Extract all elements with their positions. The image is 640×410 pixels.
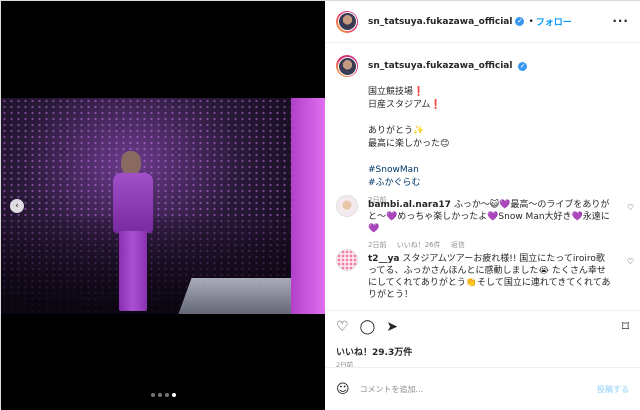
previous-button[interactable]: ‹ bbox=[10, 199, 24, 213]
bookmark-icon[interactable]: ⌑ bbox=[622, 319, 629, 335]
post-modal: ‹ sn_tatsuya.fukazawa_official ✓ • フォロー … bbox=[0, 0, 640, 410]
share-icon[interactable]: ➤ bbox=[386, 319, 398, 335]
media-pane: ‹ bbox=[1, 1, 325, 410]
caption-username[interactable]: sn_tatsuya.fukazawa_official bbox=[368, 61, 512, 71]
add-comment-bar: ☺ 投稿する bbox=[325, 367, 640, 410]
comment-input[interactable] bbox=[359, 384, 580, 394]
carousel-dot bbox=[165, 393, 169, 397]
caption-line: 日産スタジアム❗ bbox=[368, 100, 442, 110]
carousel-dot bbox=[158, 393, 162, 397]
hashtag-link[interactable]: #SnowMan bbox=[368, 164, 638, 177]
comment-username[interactable]: t2__ya bbox=[368, 254, 400, 264]
avatar[interactable] bbox=[336, 249, 358, 271]
caption-line: 国立競技場❗ bbox=[368, 87, 425, 97]
verified-badge-icon: ✓ bbox=[518, 62, 528, 71]
likes-count[interactable]: いいね！29.3万件 bbox=[336, 345, 412, 358]
post-button[interactable]: 投稿する bbox=[597, 384, 629, 395]
comment-icon[interactable]: ◯ bbox=[360, 319, 376, 335]
comment-likes[interactable]: いいね！26件 bbox=[397, 241, 441, 249]
verified-badge-icon: ✓ bbox=[515, 17, 525, 26]
carousel-dot bbox=[151, 393, 155, 397]
caption-line: ありがとう✨ bbox=[368, 126, 425, 136]
comment-text: スタジアムツアーお疲れ様!! 国立にたってiroiro歌ってる、ふっかさんほんと… bbox=[368, 254, 611, 300]
post-header: sn_tatsuya.fukazawa_official ✓ • フォロー ··… bbox=[325, 1, 640, 43]
separator: • bbox=[528, 16, 534, 27]
avatar[interactable] bbox=[336, 195, 358, 217]
performer-figure bbox=[109, 151, 161, 321]
comment-like-icon[interactable]: ♡ bbox=[627, 203, 634, 212]
action-bar: ♡ ◯ ➤ ⌑ いいね！29.3万件 2日前 bbox=[325, 310, 640, 369]
avatar[interactable] bbox=[336, 55, 358, 77]
side-pane: sn_tatsuya.fukazawa_official ✓ • フォロー ··… bbox=[325, 1, 640, 410]
hashtag-link[interactable]: #ふかぐらむ bbox=[368, 177, 638, 190]
more-options-icon[interactable]: ··· bbox=[612, 14, 629, 28]
stage-light bbox=[291, 98, 325, 314]
comment-username[interactable]: bambi.al.nara17 bbox=[368, 200, 451, 210]
like-icon[interactable]: ♡ bbox=[336, 319, 349, 335]
comment-time: 2日前 bbox=[368, 241, 387, 249]
follow-button[interactable]: フォロー bbox=[536, 15, 572, 28]
avatar[interactable] bbox=[336, 10, 358, 33]
header-username[interactable]: sn_tatsuya.fukazawa_official bbox=[368, 17, 512, 27]
comment-like-icon[interactable]: ♡ bbox=[627, 257, 634, 266]
carousel-dot-active bbox=[172, 393, 176, 397]
caption-line: 最高に楽しかった😊 bbox=[368, 139, 450, 149]
emoji-icon[interactable]: ☺ bbox=[336, 382, 350, 397]
carousel-dots bbox=[151, 393, 176, 397]
comments-scroll[interactable]: sn_tatsuya.fukazawa_official ✓ 国立競技場❗ 日産… bbox=[325, 43, 640, 310]
reply-button[interactable]: 返信 bbox=[451, 241, 465, 249]
concert-photo bbox=[1, 98, 325, 314]
